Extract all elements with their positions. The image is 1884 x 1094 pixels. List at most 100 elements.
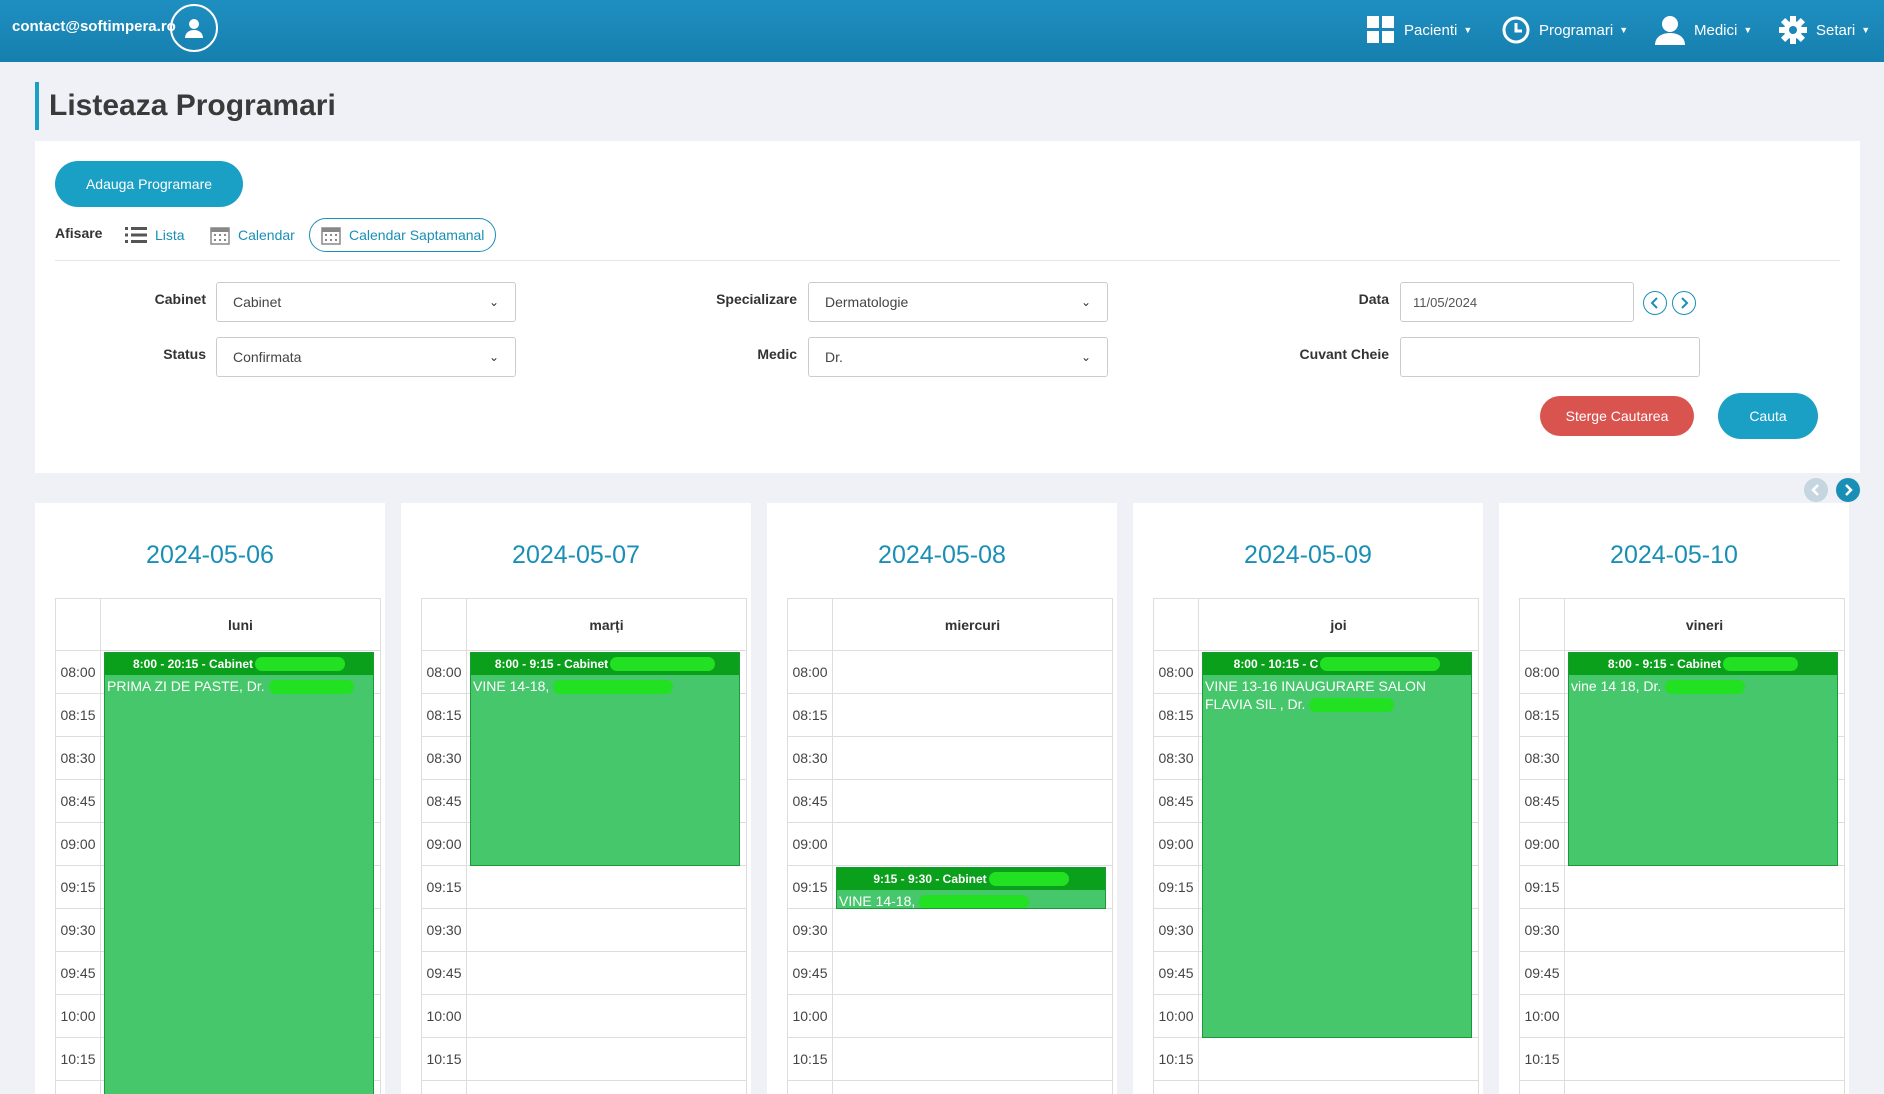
time-slot[interactable] <box>788 1081 1112 1094</box>
time-slot[interactable]: 10:15 <box>1154 1038 1478 1081</box>
prev-date-icon[interactable] <box>1643 291 1667 315</box>
medic-select[interactable]: Dr. ⌄ <box>808 337 1108 377</box>
avatar-icon[interactable] <box>170 4 218 52</box>
grid-corner <box>56 599 101 651</box>
time-label: 09:45 <box>422 952 467 994</box>
time-label: 09:45 <box>1520 952 1565 994</box>
search-button[interactable]: Cauta <box>1718 393 1818 439</box>
cabinet-select[interactable]: Cabinet ⌄ <box>216 282 516 322</box>
time-slot[interactable]: 09:30 <box>422 909 746 952</box>
time-label: 09:15 <box>422 866 467 908</box>
time-label: 08:30 <box>56 737 101 779</box>
time-slot[interactable] <box>422 1081 746 1094</box>
view-weekly-calendar-option[interactable]: Calendar Saptamanal <box>309 218 497 252</box>
appointment-event[interactable]: 8:00 - 10:15 - C VINE 13-16 INAUGURARE SA… <box>1202 652 1472 1038</box>
time-slot[interactable]: 10:15 <box>422 1038 746 1081</box>
medic-value: Dr. <box>825 349 843 365</box>
time-slot[interactable]: 09:45 <box>1520 952 1844 995</box>
gear-icon <box>1779 16 1807 44</box>
time-label: 08:00 <box>1520 651 1565 693</box>
next-date-icon[interactable] <box>1672 291 1696 315</box>
nav-programari[interactable]: Programari ▼ <box>1501 10 1628 50</box>
event-body: PRIMA ZI DE PASTE, Dr. <box>105 675 373 697</box>
event-description: VINE 14-18, <box>473 678 550 694</box>
time-slot[interactable]: 09:00 <box>788 823 1112 866</box>
time-label: 08:15 <box>1520 694 1565 736</box>
cabinet-value: Cabinet <box>233 294 282 310</box>
add-appointment-button[interactable]: Adauga Programare <box>55 161 243 207</box>
time-slot[interactable]: 09:45 <box>422 952 746 995</box>
day-column: 2024-05-09 joi 08:00 08:15 08:30 08:45 09:00 09… <box>1133 503 1483 1094</box>
time-slot[interactable]: 08:15 <box>788 694 1112 737</box>
nav-pacienti[interactable]: Pacienti ▼ <box>1366 10 1472 50</box>
grid-corner <box>1154 599 1199 651</box>
event-header: 8:00 - 20:15 - Cabinet <box>105 653 373 675</box>
event-description-line2: FLAVIA SIL , Dr. <box>1205 696 1306 712</box>
cabinet-label: Cabinet <box>154 291 206 307</box>
time-slot[interactable]: 09:15 <box>1520 866 1844 909</box>
time-slot[interactable]: 10:00 <box>422 995 746 1038</box>
view-list-option[interactable]: Lista <box>125 218 185 252</box>
nav-setari[interactable]: Setari ▼ <box>1778 10 1870 50</box>
redacted-mark <box>988 872 1069 886</box>
appointment-event[interactable]: 8:00 - 9:15 - Cabinet VINE 14-18, <box>470 652 740 866</box>
time-slot[interactable]: 09:15 <box>422 866 746 909</box>
next-week-icon[interactable] <box>1836 478 1860 502</box>
nav-pacienti-label: Pacienti <box>1404 21 1458 39</box>
event-header: 9:15 - 9:30 - Cabinet <box>837 868 1105 890</box>
appointment-event[interactable]: 9:15 - 9:30 - Cabinet VINE 14-18, <box>836 867 1106 909</box>
day-date: 2024-05-09 <box>1244 541 1372 569</box>
time-label: 10:15 <box>1154 1038 1199 1080</box>
appointment-event[interactable]: 8:00 - 9:15 - Cabinet vine 14 18, Dr. <box>1568 652 1838 866</box>
time-slot[interactable]: 10:00 <box>788 995 1112 1038</box>
time-label: 09:15 <box>788 866 833 908</box>
time-slot[interactable]: 09:30 <box>788 909 1112 952</box>
specializare-value: Dermatologie <box>825 294 909 310</box>
time-label: 09:30 <box>56 909 101 951</box>
time-label <box>422 1081 467 1094</box>
keyword-field[interactable] <box>1400 337 1700 377</box>
time-slot[interactable]: 10:00 <box>1520 995 1844 1038</box>
status-select[interactable]: Confirmata ⌄ <box>216 337 516 377</box>
time-label: 08:00 <box>788 651 833 693</box>
time-slot[interactable]: 09:30 <box>1520 909 1844 952</box>
time-label: 08:15 <box>56 694 101 736</box>
clock-icon <box>1502 16 1530 44</box>
list-icon <box>125 227 147 243</box>
nav-medici[interactable]: Medici ▼ <box>1654 10 1752 50</box>
time-label: 10:00 <box>56 995 101 1037</box>
redacted-mark <box>1665 680 1746 695</box>
day-date: 2024-05-07 <box>512 541 640 569</box>
grid-corner <box>422 599 467 651</box>
time-slot[interactable]: 08:30 <box>788 737 1112 780</box>
time-slot[interactable]: 10:15 <box>1520 1038 1844 1081</box>
clear-search-button[interactable]: Sterge Cautarea <box>1540 396 1694 436</box>
event-description: PRIMA ZI DE PASTE, Dr. <box>107 678 265 694</box>
event-body: vine 14 18, Dr. <box>1569 675 1837 697</box>
nav-medici-label: Medici <box>1694 21 1738 39</box>
status-label: Status <box>163 346 206 362</box>
day-grid: luni 08:00 08:15 08:30 08:45 09:00 09:15 09:30 0… <box>55 598 381 1094</box>
time-slot[interactable]: 09:45 <box>788 952 1112 995</box>
event-description: VINE 14-18, <box>839 893 916 909</box>
account-email[interactable]: contact@softimpera.ro <box>12 18 176 35</box>
time-label <box>788 1081 833 1094</box>
specializare-select[interactable]: Dermatologie ⌄ <box>808 282 1108 322</box>
time-label: 09:45 <box>56 952 101 994</box>
date-field[interactable]: 11/05/2024 <box>1400 282 1634 322</box>
time-slot[interactable] <box>1520 1081 1844 1094</box>
view-calendar-option[interactable]: Calendar <box>210 218 295 252</box>
day-column: 2024-05-07 marți 08:00 08:15 08:30 08:45 09:00… <box>401 503 751 1094</box>
prev-week-icon[interactable] <box>1804 478 1828 502</box>
redacted-mark <box>1723 657 1799 671</box>
time-slot[interactable]: 08:00 <box>788 651 1112 694</box>
chevron-down-icon: ▼ <box>1463 25 1473 35</box>
appointment-event[interactable]: 8:00 - 20:15 - Cabinet PRIMA ZI DE PASTE,… <box>104 652 374 1094</box>
status-value: Confirmata <box>233 349 302 365</box>
time-slot[interactable]: 08:45 <box>788 780 1112 823</box>
time-slot[interactable] <box>1154 1081 1478 1094</box>
redacted-mark <box>1320 657 1441 671</box>
event-time: 8:00 - 9:15 - Cabinet <box>1607 657 1722 671</box>
time-slot[interactable]: 10:15 <box>788 1038 1112 1081</box>
specializare-label: Specializare <box>716 291 797 307</box>
